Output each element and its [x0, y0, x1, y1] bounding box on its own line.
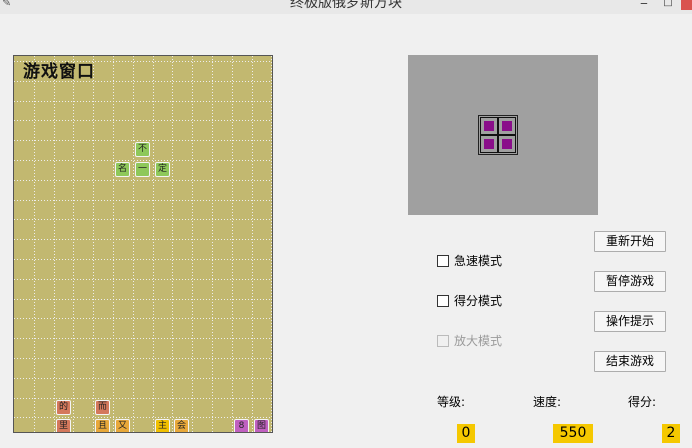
speed-value: 550: [553, 424, 593, 443]
maximize-button[interactable]: □: [660, 0, 676, 10]
preview-cell: [498, 117, 516, 135]
score-value: 2: [662, 424, 680, 443]
speed-label: 速度:: [533, 395, 562, 409]
settled-block: 且: [95, 419, 110, 432]
settled-block: 而: [95, 400, 110, 415]
title-bar: ✎ 终极版俄罗斯方块 ‒ □: [0, 0, 692, 14]
settled-block: 的: [56, 400, 71, 415]
end-game-button[interactable]: 结束游戏: [594, 351, 666, 372]
settled-block: 图: [254, 419, 269, 432]
pause-button[interactable]: 暂停游戏: [594, 271, 666, 292]
checkbox-box[interactable]: [437, 295, 449, 307]
next-piece-preview: [408, 55, 598, 215]
board-title: 游戏窗口: [23, 62, 95, 82]
level-value: 0: [457, 424, 475, 443]
close-button[interactable]: [681, 0, 692, 10]
score-mode-label: 得分模式: [454, 294, 503, 308]
settled-block: 又: [115, 419, 130, 432]
checkbox-box[interactable]: [437, 255, 449, 267]
game-board: 游戏窗口 不名一定的而里且又主会8图配置件件效后文到: [13, 55, 273, 433]
preview-cell: [498, 135, 516, 153]
settled-block: 会: [174, 419, 189, 432]
help-button[interactable]: 操作提示: [594, 311, 666, 332]
falling-block: 名: [115, 162, 130, 177]
restart-button[interactable]: 重新开始: [594, 231, 666, 252]
score-label: 得分:: [628, 395, 657, 409]
window-title: 终极版俄罗斯方块: [290, 0, 402, 11]
preview-piece: [478, 115, 518, 155]
preview-cell: [480, 117, 498, 135]
fast-mode-label: 急速模式: [454, 254, 503, 268]
board-grid: [14, 56, 272, 432]
settled-block: 里: [56, 419, 71, 432]
falling-block: 一: [135, 162, 150, 177]
preview-cell: [480, 135, 498, 153]
zoom-mode-label: 放大模式: [454, 334, 503, 348]
settled-block: 8: [234, 419, 249, 432]
settled-block: 主: [155, 419, 170, 432]
level-label: 等级:: [437, 395, 466, 409]
falling-block: 不: [135, 142, 150, 157]
checkbox-box: [437, 335, 449, 347]
minimize-button[interactable]: ‒: [636, 0, 652, 10]
falling-block: 定: [155, 162, 170, 177]
